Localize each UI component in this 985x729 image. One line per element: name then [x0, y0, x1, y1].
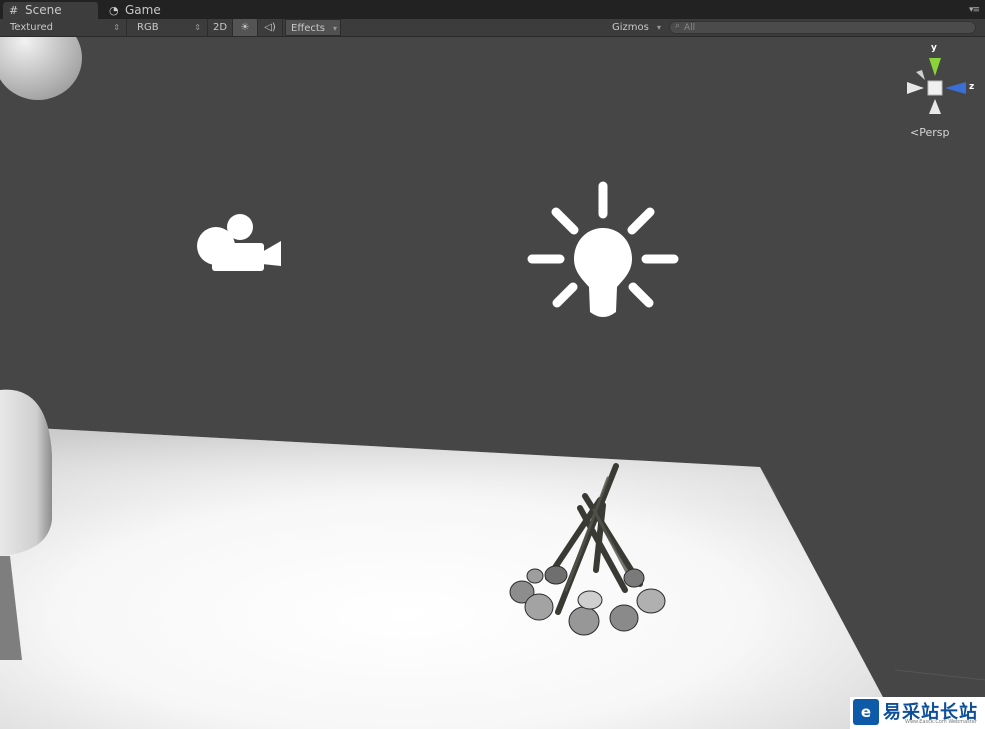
gizmos-label: Gizmos [612, 22, 649, 33]
y-axis-cone [929, 58, 941, 76]
watermark-subtitle: Www.Easck.Com Webmaster [905, 719, 977, 725]
watermark: e 易采站长站 Www.Easck.Com Webmaster [850, 697, 985, 729]
light-gizmo-icon [527, 181, 679, 317]
z-axis-cone [945, 82, 966, 94]
tab-game-label: Game [125, 3, 161, 17]
pacman-icon: ◔ [109, 4, 119, 17]
sphere-object [0, 37, 82, 100]
tab-game[interactable]: ◔ Game [103, 2, 173, 19]
projection-toggle[interactable]: <Persp [910, 126, 949, 139]
watermark-logo: e [853, 699, 879, 725]
camera-gizmo-icon [197, 214, 281, 271]
search-icon: ⌕ [675, 21, 681, 31]
updown-arrow-icon: ⇕ [194, 23, 201, 32]
chevron-left-icon: < [910, 126, 920, 139]
gizmos-dropdown[interactable]: Gizmos ▾ [608, 19, 664, 36]
updown-arrow-icon: ⇕ [113, 23, 120, 32]
speaker-icon: ◁) [264, 22, 276, 33]
y-axis-label: y [931, 43, 937, 53]
scene-viewport[interactable]: y z [0, 37, 985, 729]
x-axis-cone [907, 82, 924, 94]
scene-lighting-toggle[interactable]: ☀ [233, 19, 258, 36]
toggle-2d-button[interactable]: 2D [208, 19, 233, 36]
scene-render [0, 37, 985, 729]
gizmo-center-cube [927, 80, 943, 96]
dropdown-arrow-icon: ▾ [332, 24, 337, 33]
tab-scene[interactable]: # Scene [3, 2, 98, 19]
hierarchy-search-field[interactable]: ⌕ [669, 21, 976, 34]
panel-menu-icon[interactable]: ▾≡ [969, 5, 980, 15]
shading-mode-value: Textured [10, 22, 53, 33]
grid-icon: # [9, 4, 19, 17]
scene-orientation-gizmo [907, 58, 966, 114]
dropdown-arrow-icon: ▾ [656, 23, 661, 32]
effects-dropdown[interactable]: Effects ▾ [285, 19, 341, 36]
floor-plane [0, 428, 985, 729]
z-axis-label: z [969, 82, 975, 92]
scene-toolbar: Textured ⇕ RGB ⇕ 2D ☀ ◁) Effects ▾ Gizmo… [0, 19, 985, 37]
effects-label: Effects [291, 23, 325, 34]
render-mode-dropdown[interactable]: RGB ⇕ [127, 19, 208, 36]
tab-bar: # Scene ◔ Game ▾≡ [0, 0, 985, 19]
sun-icon: ☀ [240, 22, 250, 33]
shading-mode-dropdown[interactable]: Textured ⇕ [0, 19, 127, 36]
neg-y-axis-cone [929, 99, 941, 114]
tab-scene-label: Scene [25, 3, 62, 17]
projection-label: Persp [919, 126, 950, 139]
render-mode-value: RGB [137, 22, 159, 33]
search-input[interactable] [684, 22, 964, 33]
scene-audio-toggle[interactable]: ◁) [258, 19, 283, 36]
